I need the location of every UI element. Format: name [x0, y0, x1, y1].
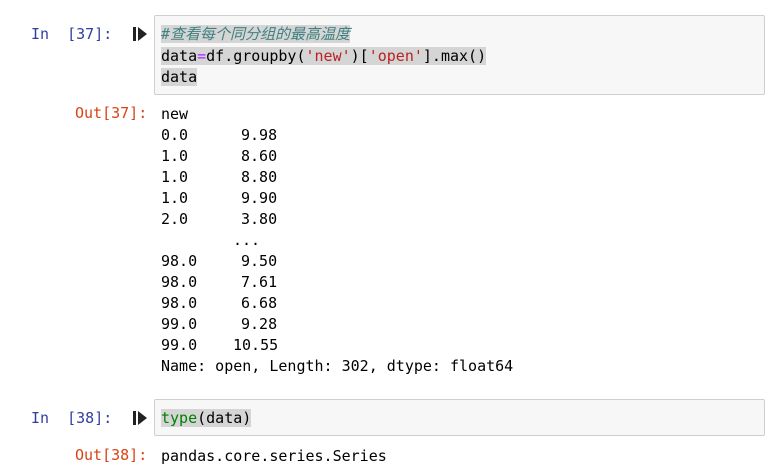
output-row-value: 9.90	[241, 189, 278, 207]
output-row: 1.0	[161, 168, 189, 186]
output-row-value: 9.28	[241, 315, 278, 333]
cell-37-out-prompt: Out[37]:	[75, 104, 148, 122]
output-type-result: pandas.core.series.Series	[161, 447, 387, 465]
output-ellipsis: ...	[233, 231, 261, 249]
run-cell-icon[interactable]	[133, 26, 147, 42]
code-line-data: data	[161, 68, 198, 86]
output-row-value: 9.50	[241, 252, 278, 270]
run-cell-icon[interactable]	[133, 410, 147, 426]
code-cell-38[interactable]: type(data)	[154, 399, 765, 436]
output-row-value: 3.80	[241, 210, 278, 228]
cell-38-out-prompt: Out[38]:	[75, 446, 148, 464]
output-row-value: 8.60	[241, 147, 278, 165]
output-row-value: 10.55	[233, 336, 279, 354]
code-cell-37[interactable]: #查看每个同分组的最高温度 data=df.groupby('new')['op…	[154, 15, 765, 95]
cell-38-in-prompt: In [38]:	[31, 409, 113, 427]
output-row-value: 8.80	[241, 168, 278, 186]
output-footer: Name: open, Length: 302, dtype: float64	[161, 357, 514, 375]
output-row: 0.0	[161, 126, 189, 144]
code-comment: #查看每个同分组的最高温度	[161, 25, 351, 43]
output-header: new	[161, 105, 189, 123]
code-line-groupby: data=df.groupby('new')['open'].max()	[161, 47, 487, 65]
output-row-value: 7.61	[241, 273, 278, 291]
cell-37-in-prompt: In [37]:	[31, 25, 113, 43]
code-line-type: type(data)	[161, 409, 252, 427]
output-row-value: 6.68	[241, 294, 278, 312]
output-row: 2.0	[161, 210, 189, 228]
output-row: 98.0	[161, 273, 198, 291]
output-row: 99.0	[161, 315, 198, 333]
output-row-value: 9.98	[241, 126, 278, 144]
output-row: 98.0	[161, 294, 198, 312]
output-row: 99.0	[161, 336, 198, 354]
output-row: 98.0	[161, 252, 198, 270]
output-row: 1.0	[161, 189, 189, 207]
output-row: 1.0	[161, 147, 189, 165]
